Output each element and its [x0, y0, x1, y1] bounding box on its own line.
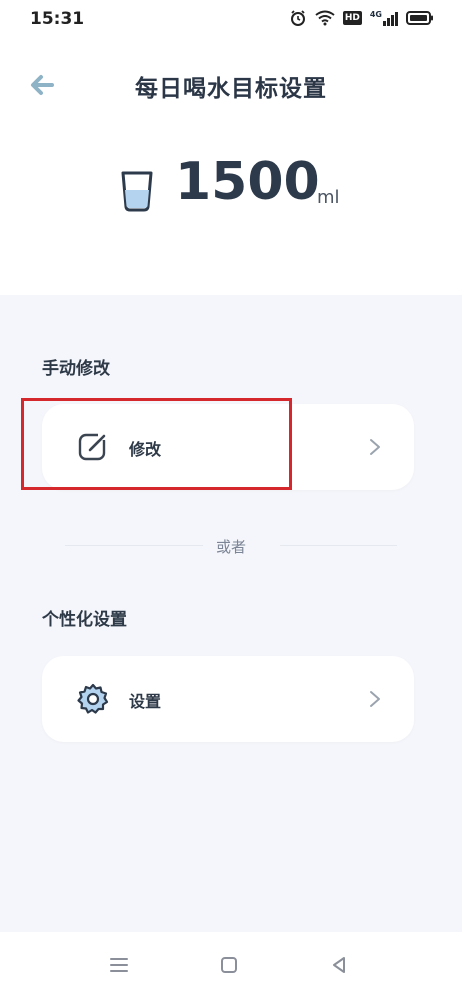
menu-button[interactable]	[104, 950, 134, 980]
hd-badge: HD	[342, 11, 362, 25]
water-cup-icon	[121, 171, 153, 212]
status-icons: HD 4G	[289, 9, 434, 27]
chevron-right-icon	[370, 691, 380, 707]
page-title: 每日喝水目标设置	[135, 76, 327, 102]
gear-icon	[77, 683, 109, 714]
goal-value: 1500	[175, 152, 320, 212]
back-nav-button[interactable]	[324, 950, 354, 980]
battery-icon	[406, 11, 433, 25]
status-bar: 15:31 HD 4G	[0, 0, 462, 40]
settings-card[interactable]: 设置	[42, 656, 414, 742]
highlight-box	[21, 398, 292, 490]
wifi-icon	[315, 10, 335, 26]
signal-icon: 4G	[370, 10, 398, 26]
status-time: 15:31	[30, 9, 85, 29]
personalize-section-title: 个性化设置	[42, 610, 127, 630]
home-button[interactable]	[214, 950, 244, 980]
or-separator: 或者	[215, 538, 246, 556]
back-triangle-icon	[333, 957, 345, 973]
settings-label: 设置	[129, 692, 162, 711]
goal-unit: ml	[317, 187, 340, 208]
manual-section-title: 手动修改	[42, 359, 110, 379]
alarm-icon	[290, 10, 305, 26]
divider-right	[280, 545, 397, 546]
system-nav-bar	[0, 932, 462, 994]
goal-display: 1500 ml	[0, 150, 462, 240]
chevron-right-icon	[370, 439, 380, 455]
menu-icon	[110, 958, 128, 972]
network-type: 4G	[369, 10, 382, 19]
header: 每日喝水目标设置	[0, 55, 462, 115]
home-square-icon	[221, 957, 237, 973]
